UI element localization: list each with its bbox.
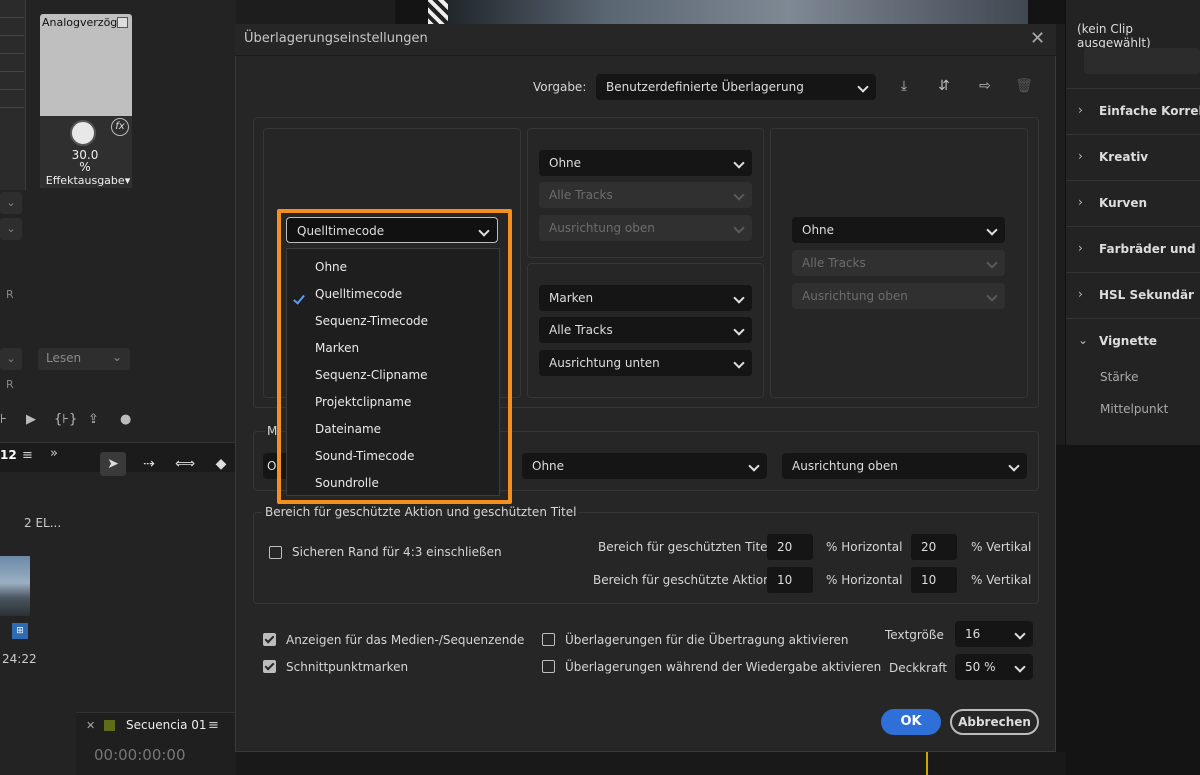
middle-center-select[interactable]: Ohne: [522, 453, 767, 479]
preset-label: Vorgabe:: [533, 80, 587, 94]
broadcast-checkbox[interactable]: [542, 633, 555, 646]
sequence-tab[interactable]: Secuencia 01: [126, 718, 207, 732]
ripple-icon[interactable]: ⟺: [172, 452, 198, 476]
center-bottom-main-select[interactable]: Marken: [539, 285, 752, 311]
export-preset-icon[interactable]: ⇨: [973, 74, 997, 98]
step-icon[interactable]: ⊦: [0, 412, 7, 427]
section-vignette[interactable]: ⌄ Vignette: [1066, 318, 1200, 364]
text-size-select[interactable]: 16: [955, 621, 1033, 647]
delete-preset-icon: 🗑: [1015, 78, 1033, 94]
r-label: R: [6, 288, 14, 301]
r-label-2: R: [6, 378, 14, 391]
title-h-suffix: % Horizontal: [826, 540, 903, 554]
section-hsl[interactable]: › HSL Sekundär: [1066, 272, 1200, 318]
lesen-dropdown[interactable]: Lesen ⌄: [38, 348, 130, 370]
knob-output[interactable]: Effektausgabe▾: [44, 174, 132, 187]
safe-margin-checkbox[interactable]: [269, 546, 282, 559]
close-icon[interactable]: ✕: [1030, 28, 1045, 49]
mini-dropdown-3[interactable]: ⌄: [0, 348, 22, 370]
elements-count: 2 EL...: [24, 516, 62, 530]
safe-action-h-input[interactable]: 10: [767, 567, 813, 593]
mini-dropdown-2[interactable]: ⌄: [0, 218, 22, 240]
knob-checkbox[interactable]: [117, 17, 128, 28]
cut-markers-checkbox[interactable]: [263, 660, 276, 673]
track-select-icon[interactable]: ⇢: [136, 452, 162, 476]
razor-icon[interactable]: ◆: [208, 452, 234, 476]
center-bottom-tracks-select[interactable]: Alle Tracks: [539, 317, 752, 343]
mini-dropdown[interactable]: ⌄: [0, 192, 22, 214]
opacity-select[interactable]: 50 %: [955, 654, 1033, 680]
safe-action-v-input[interactable]: 10: [911, 567, 957, 593]
section-wheels[interactable]: ›Farbräder und Farb: [1066, 226, 1200, 272]
preset-select[interactable]: Benutzerdefinierte Überlagerung: [596, 74, 876, 100]
play-icon[interactable]: ▶: [26, 412, 36, 427]
playback-checkbox[interactable]: [542, 660, 555, 673]
safe-hatch: [428, 0, 448, 24]
vignette-amount: Stärke: [1100, 370, 1139, 384]
opacity-label: Deckkraft: [889, 661, 948, 675]
tab-number[interactable]: 12: [0, 448, 17, 462]
cancel-button[interactable]: Abbrechen: [950, 709, 1039, 735]
safe-area-legend: Bereich für geschützte Aktion und geschü…: [262, 505, 580, 519]
sequence-color-icon: [104, 720, 115, 731]
right-align-select: Ausrichtung oben: [792, 283, 1005, 309]
vignette-midpoint: Mittelpunkt: [1100, 402, 1169, 416]
right-tracks-select: Alle Tracks: [792, 250, 1005, 276]
video-preview: [428, 0, 1028, 24]
close-sequence-icon[interactable]: ✕: [86, 719, 95, 732]
sequence-menu-icon[interactable]: ≡: [208, 718, 219, 733]
center-top-tracks-select: Alle Tracks: [539, 182, 752, 208]
right-main-select[interactable]: Ohne: [792, 217, 1005, 243]
title-v-suffix: % Vertikal: [971, 540, 1032, 554]
safe-margin-label: Sicheren Rand für 4:3 einschließen: [292, 545, 502, 559]
section-curves[interactable]: › Kurven: [1066, 180, 1200, 226]
clip-field[interactable]: [1084, 48, 1200, 74]
right-bottom-area: [1056, 445, 1200, 775]
knob-label: Analogverzög: [42, 16, 118, 29]
middle-align-select[interactable]: Ausrichtung oben: [782, 453, 1027, 479]
record-icon[interactable]: ●: [120, 412, 131, 427]
track-strip: [0, 0, 26, 190]
center-top-main-select[interactable]: Ohne: [539, 150, 752, 176]
broadcast-label: Überlagerungen für die Übertragung aktiv…: [565, 633, 849, 647]
safe-title-label: Bereich für geschützten Titel: [598, 540, 771, 554]
show-end-label: Anzeigen für das Medien-/Sequenzende: [286, 633, 525, 647]
transport-controls: ⊦ ▶ {⊦} ⇪ ●: [0, 410, 236, 432]
export-icon[interactable]: ⇪: [88, 412, 99, 427]
safe-title-h-input[interactable]: 20: [767, 534, 813, 560]
safe-title-v-input[interactable]: 20: [911, 534, 957, 560]
show-end-checkbox[interactable]: [263, 633, 276, 646]
tab-menu-icon[interactable]: ≡: [22, 448, 33, 463]
clip-type-icon: ⊞: [12, 623, 28, 639]
text-size-label: Textgröße: [885, 628, 944, 642]
expand-icon[interactable]: »: [50, 446, 58, 461]
knob-value: 30.0%: [71, 148, 99, 174]
ok-button[interactable]: OK: [881, 709, 941, 735]
center-bottom-align-select[interactable]: Ausrichtung unten: [539, 350, 752, 376]
dialog-title: Überlagerungseinstellungen: [244, 31, 428, 46]
selection-tool-icon[interactable]: ➤: [100, 452, 126, 476]
clip-duration: 24:22: [2, 652, 37, 666]
sequence-timecode[interactable]: 00:00:00:00: [94, 746, 186, 764]
playhead-line: [926, 752, 928, 775]
fx-icon[interactable]: fx: [111, 118, 129, 136]
bottom-area: [236, 752, 1066, 775]
insert-icon[interactable]: {⊦}: [54, 412, 77, 427]
highlight-frame: [277, 209, 512, 504]
clip-thumbnail[interactable]: [0, 556, 30, 616]
action-h-suffix: % Horizontal: [826, 573, 903, 587]
action-v-suffix: % Vertikal: [971, 573, 1032, 587]
section-creative[interactable]: › Kreativ: [1066, 134, 1200, 180]
no-clip-label: (kein Clip ausgewählt): [1077, 22, 1151, 50]
effect-knob[interactable]: [70, 120, 96, 146]
import-preset-icon[interactable]: ⇵: [932, 74, 956, 98]
section-basic[interactable]: ›Einfache Korrektur: [1066, 88, 1200, 134]
center-top-align-select: Ausrichtung oben: [539, 215, 752, 241]
playback-label: Überlagerungen während der Wiedergabe ak…: [565, 660, 882, 674]
safe-action-label: Bereich für geschützte Aktion: [593, 573, 771, 587]
download-preset-icon[interactable]: ⤓: [892, 74, 916, 98]
cut-markers-label: Schnittpunktmarken: [286, 660, 409, 674]
